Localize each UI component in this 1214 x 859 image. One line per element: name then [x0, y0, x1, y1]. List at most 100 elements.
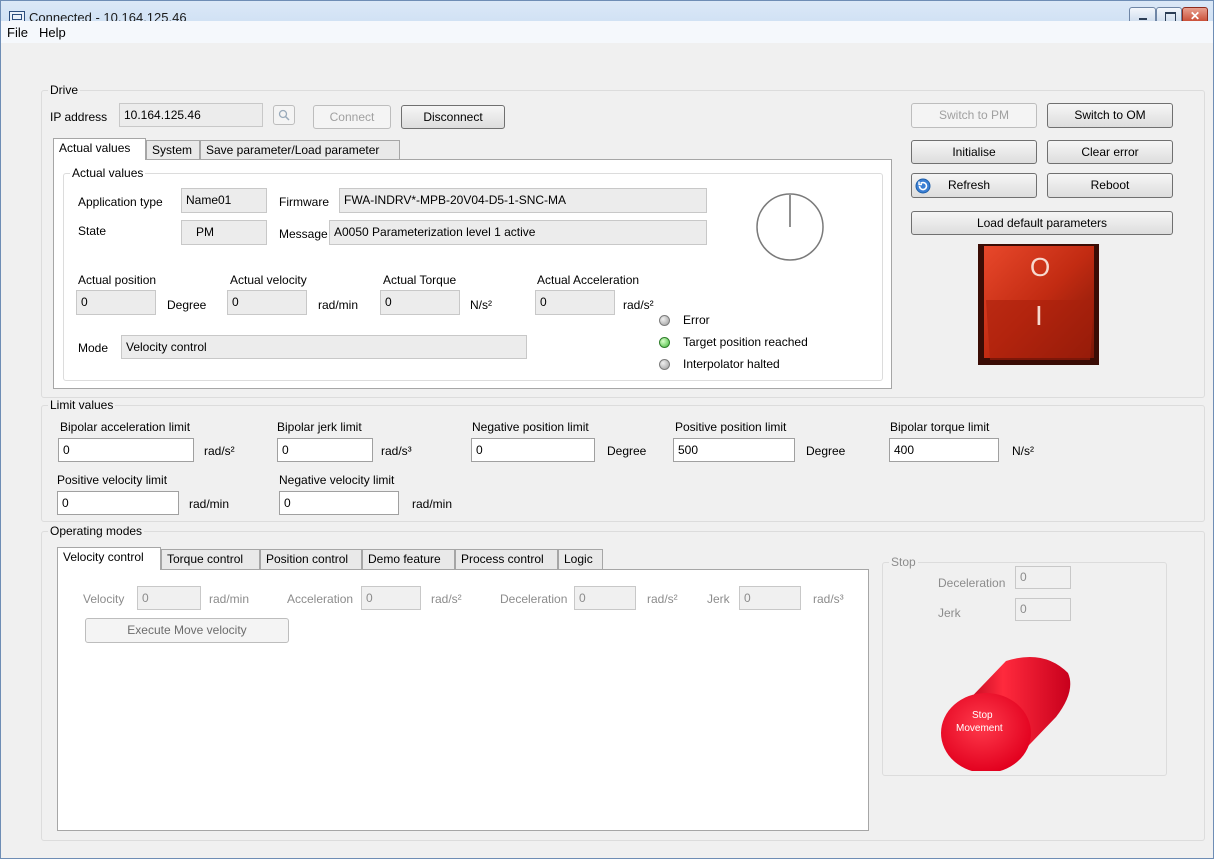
actual-acceleration-label: Actual Acceleration — [537, 273, 640, 287]
bipolar-torque-input[interactable]: 400 — [889, 438, 999, 462]
stop-button-line2: Movement — [956, 723, 1003, 734]
positive-velocity-unit: rad/min — [189, 497, 230, 511]
stop-jerk-label: Jerk — [938, 606, 961, 620]
jerk-input[interactable]: 0 — [739, 586, 801, 610]
actual-torque-field: 0 — [380, 290, 460, 315]
ip-address-label: IP address — [50, 110, 108, 124]
bipolar-acceleration-unit: rad/s² — [204, 444, 235, 458]
search-icon — [278, 109, 290, 121]
actual-velocity-unit: rad/min — [318, 298, 359, 312]
mode-field: Velocity control — [121, 335, 527, 359]
bipolar-jerk-input[interactable]: 0 — [277, 438, 373, 462]
bipolar-acceleration-label: Bipolar acceleration limit — [60, 420, 191, 434]
actual-torque-unit: N/s² — [470, 298, 492, 312]
power-switch[interactable]: O I — [976, 242, 1101, 367]
jerk-label: Jerk — [707, 592, 730, 606]
negative-position-label: Negative position limit — [472, 420, 589, 434]
actual-torque-label: Actual Torque — [383, 273, 457, 287]
bipolar-torque-label: Bipolar torque limit — [890, 420, 990, 434]
positive-position-unit: Degree — [806, 444, 846, 458]
state-field: PM — [181, 220, 267, 245]
position-dial — [756, 193, 824, 261]
actual-velocity-field: 0 — [227, 290, 307, 315]
velocity-label: Velocity — [83, 592, 125, 606]
acceleration-label: Acceleration — [287, 592, 354, 606]
tab-position-control[interactable]: Position control — [260, 549, 362, 570]
reboot-button[interactable]: Reboot — [1047, 173, 1173, 198]
tab-actual-values[interactable]: Actual values — [53, 138, 146, 160]
interpolator-halted-indicator-icon — [659, 359, 670, 370]
disconnect-button[interactable]: Disconnect — [401, 105, 505, 129]
target-reached-indicator-label: Target position reached — [683, 335, 808, 349]
connect-button[interactable]: Connect — [313, 105, 391, 129]
stop-button-icon — [941, 657, 1071, 773]
refresh-button[interactable]: Refresh — [911, 173, 1037, 198]
ip-address-field[interactable]: 10.164.125.46 — [119, 103, 263, 127]
tab-save-load-parameter[interactable]: Save parameter/Load parameter — [200, 140, 400, 160]
message-label: Message — [279, 227, 328, 241]
deceleration-label: Deceleration — [500, 592, 568, 606]
actual-position-unit: Degree — [167, 298, 207, 312]
acceleration-input[interactable]: 0 — [361, 586, 421, 610]
tab-process-control[interactable]: Process control — [455, 549, 558, 570]
status-bar — [7, 846, 1207, 856]
tab-velocity-control[interactable]: Velocity control — [57, 547, 161, 570]
limit-values-caption: Limit values — [48, 398, 116, 412]
initialise-button[interactable]: Initialise — [911, 140, 1037, 164]
bipolar-acceleration-input[interactable]: 0 — [58, 438, 194, 462]
positive-position-label: Positive position limit — [675, 420, 787, 434]
positive-position-input[interactable]: 500 — [673, 438, 795, 462]
negative-position-unit: Degree — [607, 444, 647, 458]
error-indicator-label: Error — [683, 313, 710, 327]
switch-off-symbol: I — [1035, 300, 1043, 331]
actual-position-label: Actual position — [78, 273, 157, 287]
switch-to-om-button[interactable]: Switch to OM — [1047, 103, 1173, 128]
stop-deceleration-input[interactable]: 0 — [1015, 566, 1071, 589]
refresh-icon — [915, 178, 931, 194]
deceleration-input[interactable]: 0 — [574, 586, 636, 610]
operating-modes-caption: Operating modes — [48, 524, 145, 538]
execute-move-velocity-button[interactable]: Execute Move velocity — [85, 618, 289, 643]
velocity-unit: rad/min — [209, 592, 250, 606]
negative-position-input[interactable]: 0 — [471, 438, 595, 462]
actual-velocity-label: Actual velocity — [230, 273, 307, 287]
load-default-parameters-button[interactable]: Load default parameters — [911, 211, 1173, 235]
jerk-unit: rad/s³ — [813, 592, 844, 606]
tab-logic[interactable]: Logic — [558, 549, 603, 570]
negative-velocity-input[interactable]: 0 — [279, 491, 399, 515]
actual-acceleration-field: 0 — [535, 290, 615, 315]
firmware-label: Firmware — [279, 195, 329, 209]
stop-movement-button[interactable]: Stop Movement — [936, 651, 1076, 773]
negative-velocity-unit: rad/min — [412, 497, 453, 511]
switch-on-symbol: O — [1030, 252, 1051, 282]
actual-acceleration-unit: rad/s² — [623, 298, 654, 312]
application-type-field: Name01 — [181, 188, 267, 213]
state-label: State — [78, 224, 107, 238]
positive-velocity-label: Positive velocity limit — [57, 473, 168, 487]
message-field: A0050 Parameterization level 1 active — [329, 220, 707, 245]
mode-label: Mode — [78, 341, 109, 355]
bipolar-jerk-label: Bipolar jerk limit — [277, 420, 362, 434]
tab-torque-control[interactable]: Torque control — [161, 549, 260, 570]
clear-error-button[interactable]: Clear error — [1047, 140, 1173, 164]
bipolar-jerk-unit: rad/s³ — [381, 444, 412, 458]
menu-help[interactable]: Help — [39, 25, 66, 40]
velocity-input[interactable]: 0 — [137, 586, 201, 610]
stop-deceleration-label: Deceleration — [938, 576, 1006, 590]
negative-velocity-label: Negative velocity limit — [279, 473, 395, 487]
search-ip-button[interactable] — [273, 105, 295, 125]
switch-to-pm-button[interactable]: Switch to PM — [911, 103, 1037, 128]
main-window: Connected - 10.164.125.46 ✕ File Help Dr… — [0, 0, 1214, 859]
tab-demo-feature[interactable]: Demo feature — [362, 549, 455, 570]
tab-system[interactable]: System — [146, 140, 200, 160]
stop-button-line1: Stop — [972, 710, 993, 721]
refresh-label: Refresh — [948, 178, 991, 192]
error-indicator-icon — [659, 315, 670, 326]
target-reached-indicator-icon — [659, 337, 670, 348]
stop-jerk-input[interactable]: 0 — [1015, 598, 1071, 621]
positive-velocity-input[interactable]: 0 — [57, 491, 179, 515]
interpolator-halted-indicator-label: Interpolator halted — [683, 357, 780, 371]
stop-caption: Stop — [889, 555, 918, 569]
deceleration-unit: rad/s² — [647, 592, 678, 606]
menu-file[interactable]: File — [7, 25, 28, 40]
